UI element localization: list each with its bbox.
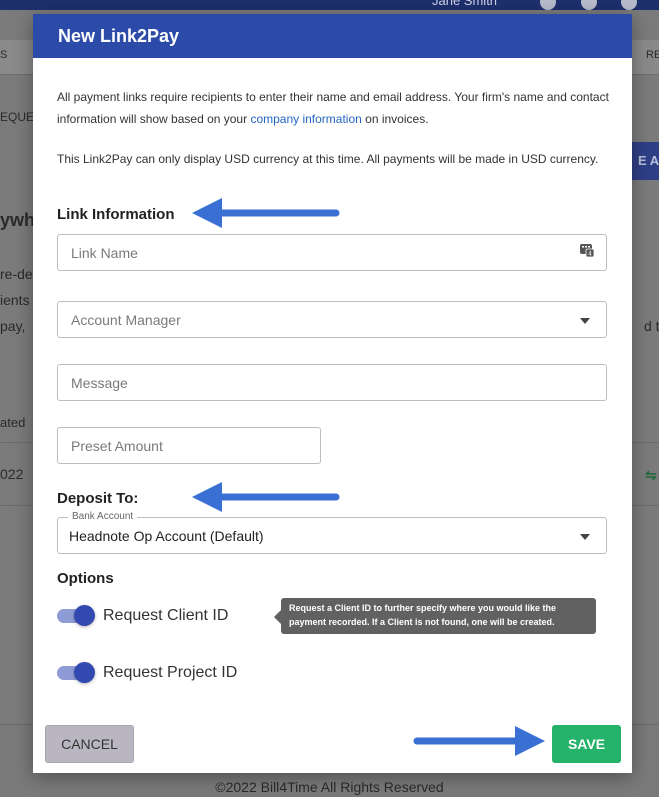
message-input[interactable]: Message [57, 364, 607, 401]
annotation-arrow-right-icon [413, 726, 545, 756]
request-client-id-tooltip: Request a Client ID to further specify w… [274, 598, 596, 634]
preset-amount-placeholder: Preset Amount [71, 438, 163, 454]
toggle-knob [74, 605, 95, 626]
bank-account-select[interactable]: Bank Account Headnote Op Account (Defaul… [57, 511, 607, 554]
link-icon[interactable]: ⇋ [645, 467, 657, 484]
bg-text-line: d th [644, 318, 659, 334]
bg-column-header: ated [0, 415, 26, 430]
chevron-down-icon [580, 318, 590, 324]
annotation-arrow-left-icon [192, 198, 340, 228]
link-name-input[interactable]: Link Name 4 [57, 234, 607, 271]
options-heading: Options [57, 570, 114, 587]
account-manager-placeholder: Account Manager [71, 312, 181, 328]
message-placeholder: Message [71, 375, 128, 391]
link-name-placeholder: Link Name [71, 245, 138, 261]
intro-text-part: on invoices. [361, 112, 429, 126]
bank-account-label: Bank Account [68, 511, 138, 522]
svg-text:4: 4 [588, 251, 592, 258]
bg-action-button[interactable]: E A [632, 142, 659, 180]
nav-item-left[interactable]: S [0, 49, 7, 61]
company-information-link[interactable]: company information [250, 112, 361, 126]
request-project-id-toggle[interactable] [57, 662, 95, 683]
request-client-id-label: Request Client ID [103, 607, 229, 624]
currency-notice: This Link2Pay can only display USD curre… [57, 152, 599, 166]
cancel-button[interactable]: CANCEL [45, 725, 134, 763]
bg-table-cell: 022 [0, 466, 24, 482]
link-information-heading: Link Information [57, 206, 175, 223]
bg-text-line: re-de [0, 266, 33, 282]
annotation-arrow-left-icon [192, 482, 340, 512]
bg-text-line: ients [0, 292, 30, 308]
chevron-down-icon [580, 534, 590, 540]
account-manager-select[interactable]: Account Manager [57, 301, 607, 338]
request-project-id-label: Request Project ID [103, 664, 238, 681]
toggle-knob [74, 662, 95, 683]
footer-copyright: ©2022 Bill4Time All Rights Reserved [215, 779, 444, 795]
request-client-id-toggle[interactable] [57, 605, 95, 626]
bg-tab: EQUE [0, 110, 35, 124]
intro-text: All payment links require recipients to … [57, 86, 617, 130]
bg-text-line: pay, [0, 318, 26, 334]
deposit-to-heading: Deposit To: [57, 490, 139, 507]
new-link2pay-dialog: New Link2Pay All payment links require r… [33, 14, 632, 773]
bank-account-value: Headnote Op Account (Default) [69, 528, 264, 544]
dialog-title: New Link2Pay [33, 14, 632, 58]
password-manager-icon[interactable]: 4 [580, 243, 594, 257]
preset-amount-input[interactable]: Preset Amount [57, 427, 321, 464]
bg-heading: ywh [0, 210, 36, 230]
user-menu[interactable]: Jane Smith [432, 0, 497, 8]
nav-item-right[interactable]: RE [646, 49, 659, 61]
app-top-bar [0, 0, 659, 10]
save-button[interactable]: SAVE [552, 725, 621, 763]
